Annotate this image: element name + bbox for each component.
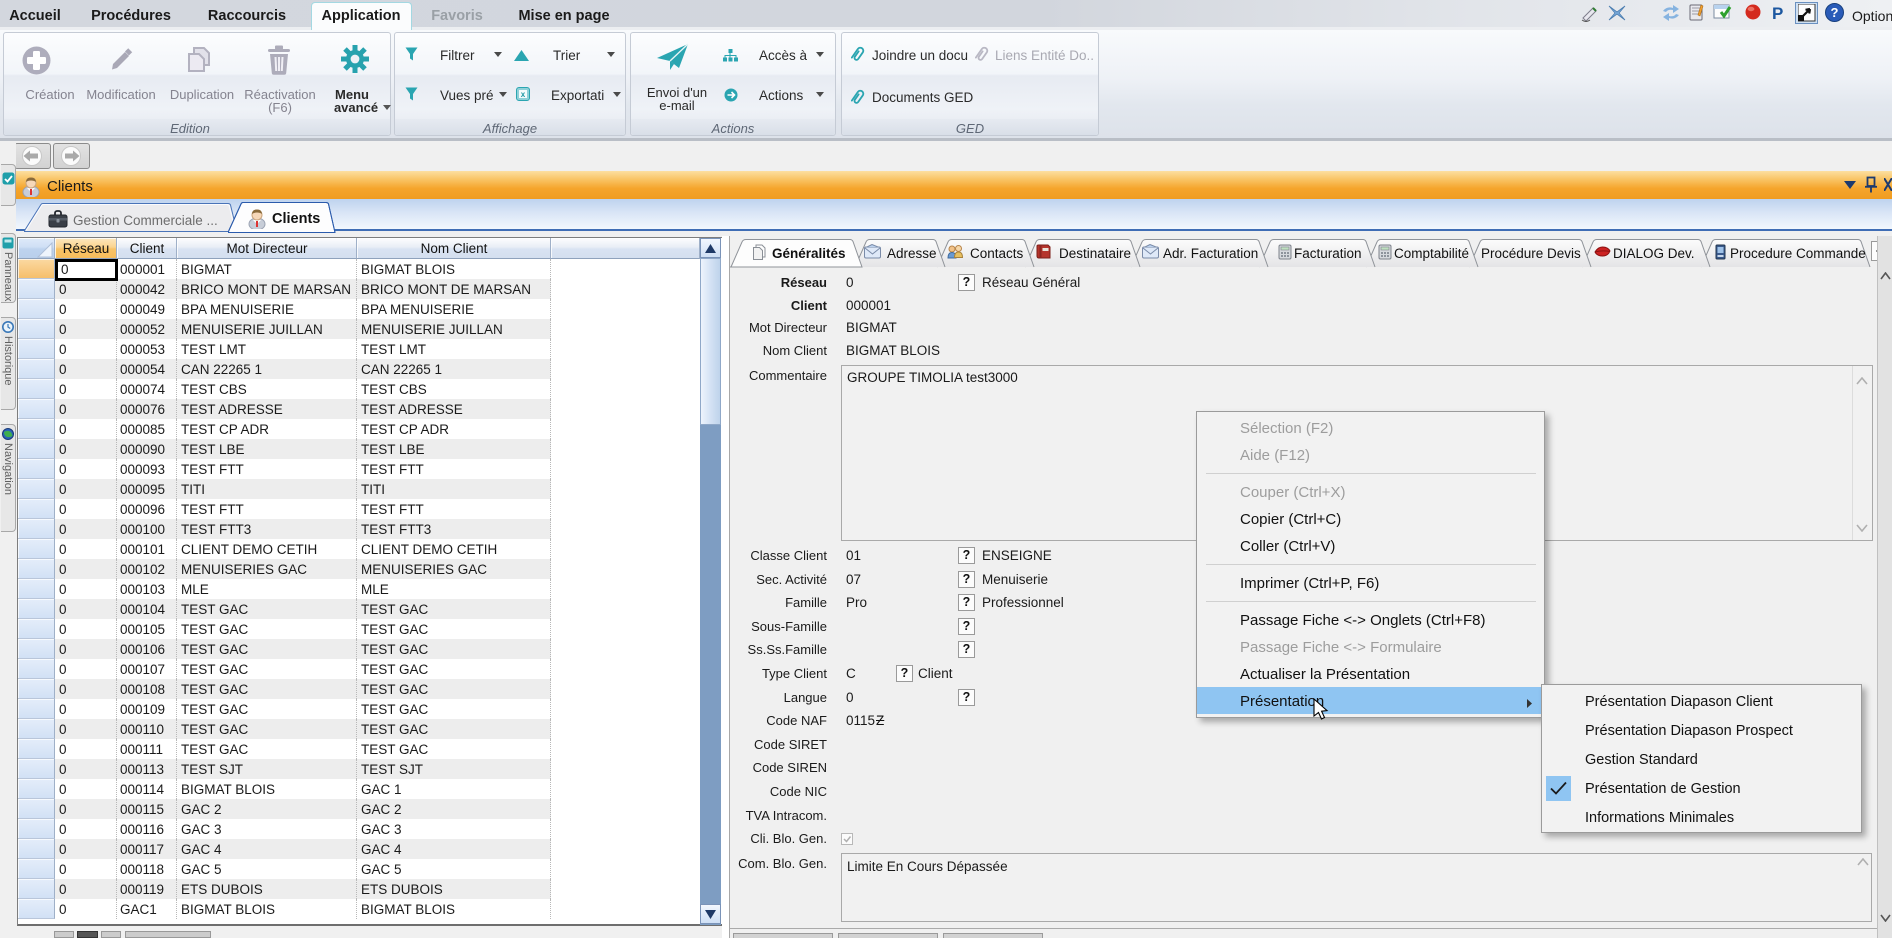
- svg-text:x: x: [521, 90, 526, 99]
- svg-text:?: ?: [1831, 5, 1839, 20]
